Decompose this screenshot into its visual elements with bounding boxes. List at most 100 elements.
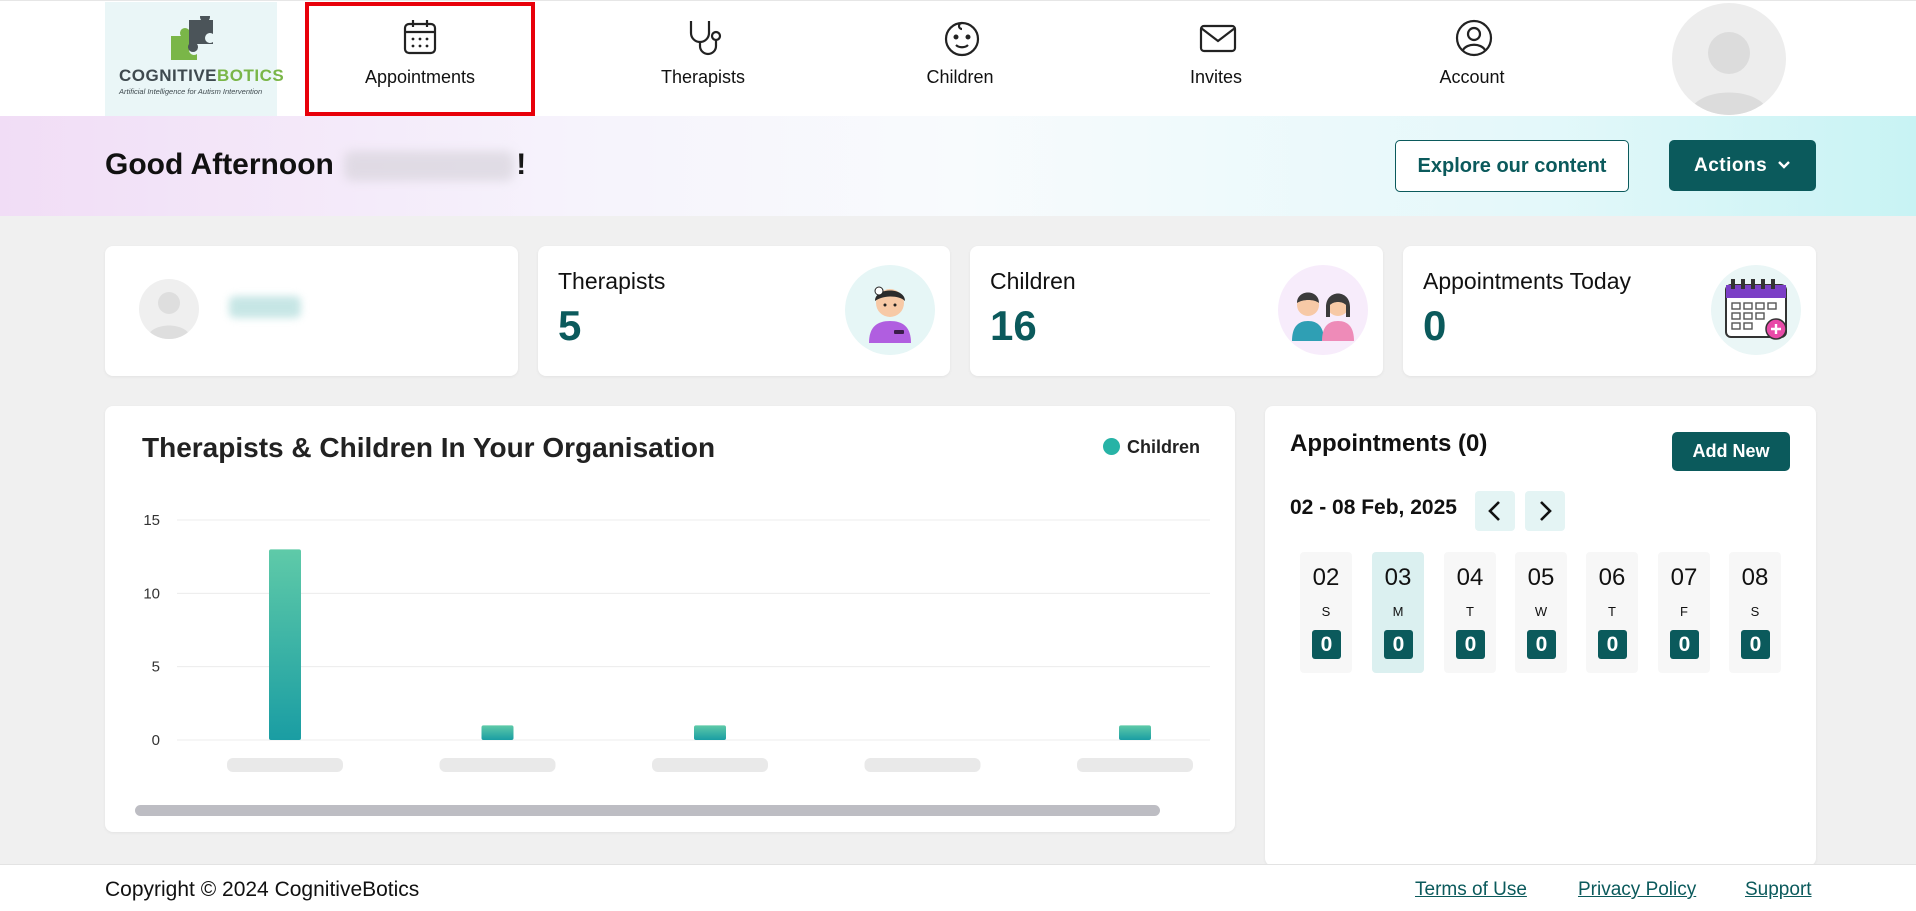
- brand-name: COGNITIVEBOTICS: [119, 66, 284, 86]
- appointments-title: Appointments (0): [1290, 430, 1488, 457]
- day-weekday: S: [1750, 604, 1760, 619]
- chevron-right-icon: [1540, 501, 1552, 521]
- brand-tagline: Artificial Intelligence for Autism Inter…: [119, 87, 263, 96]
- y-tick-label: 15: [143, 512, 160, 529]
- baby-face-icon: [944, 21, 980, 57]
- puzzle-logo-icon: [171, 16, 213, 60]
- day-date: 07: [1670, 564, 1698, 591]
- calendar-icon: [403, 20, 437, 55]
- stat-card-appointments-today[interactable]: Appointments Today 0: [1403, 246, 1816, 376]
- nav-label: Therapists: [660, 67, 746, 87]
- day-count-badge: 0: [1312, 630, 1341, 659]
- stat-value: 16: [990, 302, 1037, 349]
- actions-dropdown-button[interactable]: Actions: [1669, 140, 1816, 191]
- brand-name-part2: BOTICS: [217, 66, 285, 85]
- day-count-badge: 0: [1598, 630, 1627, 659]
- day-cell[interactable]: 02 S 0: [1300, 552, 1352, 673]
- week-range: 02 - 08 Feb, 2025: [1290, 496, 1457, 519]
- nav-label: Invites: [1189, 67, 1243, 87]
- chevron-down-icon: [1778, 160, 1790, 169]
- day-cell[interactable]: 04 T 0: [1444, 552, 1496, 673]
- explore-content-button[interactable]: Explore our content: [1395, 140, 1629, 192]
- day-count-badge: 0: [1384, 630, 1413, 659]
- bar[interactable]: [269, 549, 301, 740]
- user-silhouette-icon: [147, 292, 191, 339]
- bar[interactable]: [694, 725, 726, 740]
- nav-label: Account: [1439, 67, 1505, 87]
- bar[interactable]: [481, 725, 514, 740]
- redacted-x-tick-label: [1077, 758, 1193, 772]
- redacted-x-tick-label: [439, 758, 556, 772]
- appointments-card: Appointments (0) Add New 02 - 08 Feb, 20…: [1265, 406, 1816, 866]
- user-avatar[interactable]: [1672, 3, 1786, 115]
- privacy-policy-link[interactable]: Privacy Policy: [1578, 879, 1696, 901]
- day-weekday: W: [1534, 604, 1548, 619]
- day-count-badge: 0: [1527, 630, 1556, 659]
- day-cell[interactable]: 06 T 0: [1586, 552, 1638, 673]
- day-weekday: M: [1392, 604, 1404, 619]
- stat-value: 0: [1423, 302, 1447, 349]
- redacted-x-tick-label: [864, 758, 981, 772]
- stat-card-children[interactable]: Children 16: [970, 246, 1383, 376]
- organisation-avatar: [139, 279, 199, 339]
- day-weekday: T: [1608, 604, 1616, 619]
- greeting-prefix: Good Afternoon: [105, 148, 334, 181]
- chart-horizontal-scrollbar[interactable]: [135, 805, 1160, 816]
- actions-label: Actions: [1694, 154, 1768, 176]
- stat-card-therapists[interactable]: Therapists 5: [538, 246, 950, 376]
- greeting-suffix: !: [516, 148, 527, 181]
- stethoscope-icon: [689, 21, 722, 56]
- day-cell[interactable]: 05 W 0: [1515, 552, 1567, 673]
- children-icon: [1278, 265, 1368, 355]
- nav-label: Appointments: [364, 67, 476, 87]
- terms-of-use-link[interactable]: Terms of Use: [1415, 879, 1527, 901]
- bar[interactable]: [1119, 725, 1151, 740]
- day-weekday: T: [1466, 604, 1474, 619]
- greeting-text: Good Afternoon !: [105, 148, 526, 182]
- y-tick-label: 10: [143, 585, 160, 602]
- day-date: 03: [1384, 564, 1412, 591]
- nav-label: Children: [926, 67, 994, 87]
- day-date: 06: [1598, 564, 1626, 591]
- day-date: 08: [1741, 564, 1769, 591]
- y-tick-label: 0: [152, 732, 160, 749]
- top-navigation: COGNITIVEBOTICS Artificial Intelligence …: [0, 0, 1916, 116]
- day-cell[interactable]: 08 S 0: [1729, 552, 1781, 673]
- day-cell[interactable]: 07 F 0: [1658, 552, 1710, 673]
- nav-item-account[interactable]: Account: [1357, 2, 1587, 116]
- chart-card: Therapists & Children In Your Organisati…: [105, 406, 1235, 832]
- envelope-icon: [1199, 24, 1237, 53]
- day-count-badge: 0: [1670, 630, 1699, 659]
- y-tick-label: 5: [152, 659, 160, 676]
- redacted-x-tick-label: [652, 758, 768, 772]
- previous-week-button[interactable]: [1475, 491, 1515, 531]
- chevron-left-icon: [1488, 501, 1500, 521]
- user-silhouette-icon: [1689, 32, 1769, 115]
- support-link[interactable]: Support: [1745, 879, 1812, 901]
- nav-item-appointments[interactable]: Appointments: [305, 2, 535, 116]
- add-appointment-button[interactable]: Add New: [1672, 432, 1790, 471]
- user-circle-icon: [1455, 19, 1493, 57]
- stat-title: Appointments Today: [1423, 268, 1631, 294]
- day-weekday: S: [1321, 604, 1331, 619]
- day-date: 05: [1527, 564, 1555, 591]
- redacted-user-name: [344, 151, 515, 182]
- nav-item-therapists[interactable]: Therapists: [588, 2, 818, 116]
- day-date: 02: [1312, 564, 1340, 591]
- page-footer: Copyright © 2024 CognitiveBotics Terms o…: [0, 864, 1916, 911]
- nav-item-children[interactable]: Children: [845, 2, 1075, 116]
- profile-card[interactable]: [105, 246, 518, 376]
- bar-chart: 0 5 10 15: [143, 512, 1210, 772]
- redacted-organisation-name: [229, 296, 301, 318]
- greeting-banner: Good Afternoon ! Explore our content Act…: [0, 116, 1916, 216]
- stat-value: 5: [558, 302, 582, 349]
- stat-title: Therapists: [558, 268, 666, 294]
- calendar-plus-icon: [1711, 265, 1801, 355]
- day-date: 04: [1456, 564, 1484, 591]
- brand-name-part1: COGNITIVE: [119, 66, 218, 85]
- nav-item-invites[interactable]: Invites: [1101, 2, 1331, 116]
- brand-logo[interactable]: COGNITIVEBOTICS Artificial Intelligence …: [105, 2, 284, 116]
- stat-title: Children: [990, 268, 1076, 294]
- next-week-button[interactable]: [1525, 491, 1565, 531]
- day-cell-selected[interactable]: 03 M 0: [1372, 552, 1424, 673]
